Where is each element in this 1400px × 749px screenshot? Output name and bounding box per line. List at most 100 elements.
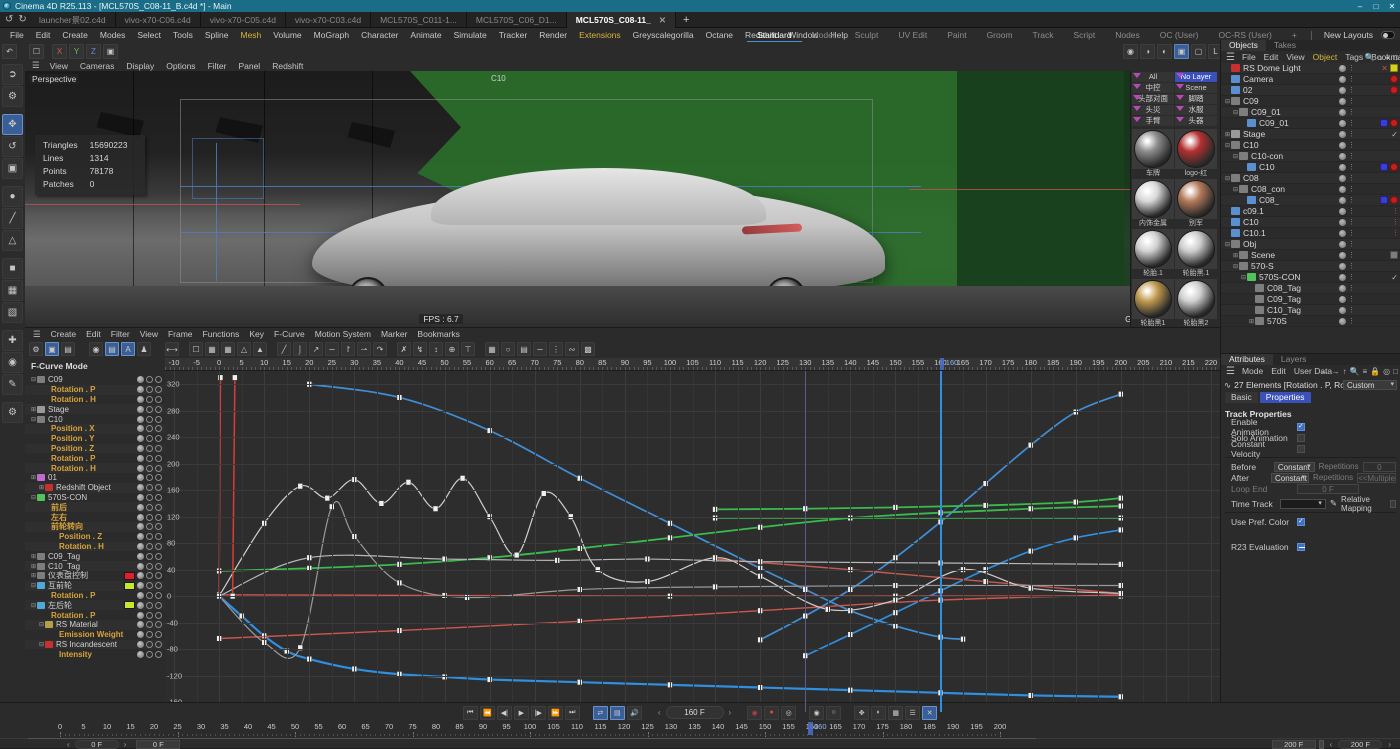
layer-dots-icon[interactable]: ⋮	[1348, 218, 1354, 226]
visibility-dot-icon[interactable]	[1339, 142, 1346, 149]
back-arrow-icon[interactable]: ←	[1321, 367, 1329, 376]
expand-toggle-icon[interactable]: ⊞	[1224, 131, 1231, 138]
attributes-menu-handle[interactable]: ☰	[1223, 366, 1238, 377]
layer-chip-9[interactable]: 头器	[1175, 116, 1217, 126]
visibility-dots[interactable]: ⋮	[1339, 317, 1354, 325]
track-dot-icon[interactable]	[137, 582, 144, 589]
redshift-tag-icon[interactable]	[1390, 119, 1398, 127]
object-tags[interactable]	[1380, 196, 1398, 204]
document-tab-5[interactable]: MCL570S_C06_D1...	[467, 12, 567, 28]
fcurve-track-row[interactable]: Rotation . H	[25, 463, 165, 473]
visibility-dots[interactable]: ⋮	[1339, 306, 1354, 314]
fcurve-track-row[interactable]: ⊟互前轮	[25, 581, 165, 591]
lock-icon[interactable]	[155, 504, 162, 511]
eye-icon[interactable]	[146, 592, 153, 599]
visibility-dot-icon[interactable]	[1339, 219, 1346, 226]
fcurve-track-row[interactable]: Rotation . H	[25, 395, 165, 405]
record-active-objects-button[interactable]: ◉	[747, 706, 762, 720]
track-controls[interactable]	[137, 651, 162, 658]
visibility-dot-icon[interactable]	[1339, 175, 1346, 182]
layer-dots-icon[interactable]: ⋮	[1348, 306, 1354, 314]
material-item[interactable]: 轮胎黑1	[1132, 279, 1174, 327]
fcurve-menu-key[interactable]: Key	[244, 329, 269, 339]
scale-tool-icon[interactable]: ▣	[2, 158, 23, 179]
lock-icon[interactable]	[155, 621, 162, 628]
visibility-dot-icon[interactable]	[1339, 252, 1346, 259]
fcurve-marker[interactable]	[805, 371, 806, 712]
redshift-tag-icon[interactable]	[1390, 163, 1398, 171]
key-align-icon[interactable]: ⊤	[461, 342, 475, 356]
objects-menu-file[interactable]: File	[1238, 52, 1260, 62]
layer-chip-2[interactable]: 中控	[1132, 83, 1174, 93]
frame-prev-arrow[interactable]: ‹	[655, 708, 664, 717]
viewport-menu-redshift[interactable]: Redshift	[266, 61, 309, 71]
lock-icon[interactable]	[155, 553, 162, 560]
visibility-dots[interactable]: ⋮	[1339, 75, 1354, 83]
fcurve-track-row[interactable]: Position . X	[25, 424, 165, 434]
eye-icon[interactable]	[146, 553, 153, 560]
keyframe-selection-button[interactable]: ☰	[905, 706, 920, 720]
object-tree[interactable]: RS Dome Light⋮✕Camera⋮02⋮⊟C09⋮⊟C09_01⋮C0…	[1221, 63, 1400, 351]
menu-item-spline[interactable]: Spline	[199, 30, 235, 40]
visibility-dots[interactable]: ⋮	[1339, 97, 1354, 105]
layout-standard[interactable]: Standard	[747, 28, 802, 42]
visibility-dot-icon[interactable]	[1339, 164, 1346, 171]
filter-icon[interactable]: ≡	[1385, 53, 1390, 62]
interp-ease-icon[interactable]: ↾	[341, 342, 355, 356]
timeline-ruler[interactable]: 0510152025303540455055606570758085909510…	[0, 722, 1400, 738]
layer-dots-icon[interactable]: ⋮	[1348, 185, 1354, 193]
expand-toggle-icon[interactable]: ⊟	[30, 376, 37, 383]
fcurve-tangent-soft-icon[interactable]: △	[237, 342, 251, 356]
undo-icon[interactable]: ↺	[5, 14, 13, 25]
layer-chip-1[interactable]: No Layer	[1175, 72, 1217, 82]
visibility-dots[interactable]: ⋮	[1339, 196, 1354, 204]
object-tags[interactable]	[1390, 75, 1398, 83]
range-start-next[interactable]: ›	[121, 740, 130, 749]
visibility-dot-icon[interactable]	[1339, 307, 1346, 314]
expand-toggle-icon[interactable]: ⊞	[38, 484, 45, 491]
time-track-dropdown[interactable]	[1280, 499, 1326, 509]
use-pref-color-checkbox[interactable]	[1297, 518, 1305, 526]
fcurve-menu-frame[interactable]: Frame	[163, 329, 198, 339]
viewport-menu-options[interactable]: Options	[160, 61, 201, 71]
object-tags[interactable]: ✓	[1391, 273, 1398, 282]
fcurve-track-row[interactable]: Intensity	[25, 649, 165, 659]
fcurve-track-row[interactable]: ⊞Stage	[25, 404, 165, 414]
lock-icon[interactable]	[155, 592, 162, 599]
track-dot-icon[interactable]	[137, 376, 144, 383]
fcurve-track-row[interactable]: ⊟RS Material	[25, 620, 165, 630]
fcurve-track-row[interactable]: ⊞01	[25, 473, 165, 483]
visibility-dots[interactable]: ⋮	[1339, 240, 1354, 248]
layout-groom[interactable]: Groom	[977, 28, 1023, 42]
fcurve-menu-view[interactable]: View	[135, 329, 163, 339]
object-row[interactable]: C10.1⋮⋮	[1221, 228, 1400, 239]
new-document-tab-button[interactable]: +	[676, 14, 696, 26]
visibility-dots[interactable]: ⋮	[1339, 207, 1354, 215]
visibility-dot-icon[interactable]	[1339, 318, 1346, 325]
menu-item-file[interactable]: File	[4, 30, 30, 40]
track-controls[interactable]	[124, 582, 162, 590]
track-controls[interactable]	[137, 484, 162, 491]
autokeying-button[interactable]: ✕	[922, 706, 937, 720]
fcurve-track-row[interactable]: Position . Y	[25, 434, 165, 444]
loop-toggle-button[interactable]: ⇄	[593, 706, 608, 720]
red-dots-icon[interactable]: ⋮	[1392, 207, 1398, 215]
eye-icon[interactable]	[146, 631, 153, 638]
eye-icon[interactable]	[146, 396, 153, 403]
object-row[interactable]: ⊟C10⋮	[1221, 140, 1400, 151]
object-axis-icon[interactable]: ☐	[29, 44, 44, 59]
key-zero-angle-icon[interactable]: ↯	[413, 342, 427, 356]
eye-icon[interactable]	[146, 641, 153, 648]
after-dropdown[interactable]: Constant	[1271, 473, 1309, 483]
preset-dropdown[interactable]: Custom	[1343, 380, 1397, 390]
layer-dots-icon[interactable]: ⋮	[1348, 163, 1354, 171]
minimize-icon[interactable]: –	[1352, 2, 1368, 11]
expand-toggle-icon[interactable]: ⊟	[1240, 274, 1247, 281]
range-start-prev[interactable]: ‹	[64, 740, 73, 749]
fcurve-menu-edit[interactable]: Edit	[81, 329, 106, 339]
track-controls[interactable]	[137, 543, 162, 550]
render-view-icon[interactable]: ◉	[1123, 44, 1138, 59]
fcurve-track-row[interactable]: ⊟C09	[25, 375, 165, 385]
fcurve-user-icon[interactable]: ♟	[137, 342, 151, 356]
visibility-dots[interactable]: ⋮	[1339, 108, 1354, 116]
